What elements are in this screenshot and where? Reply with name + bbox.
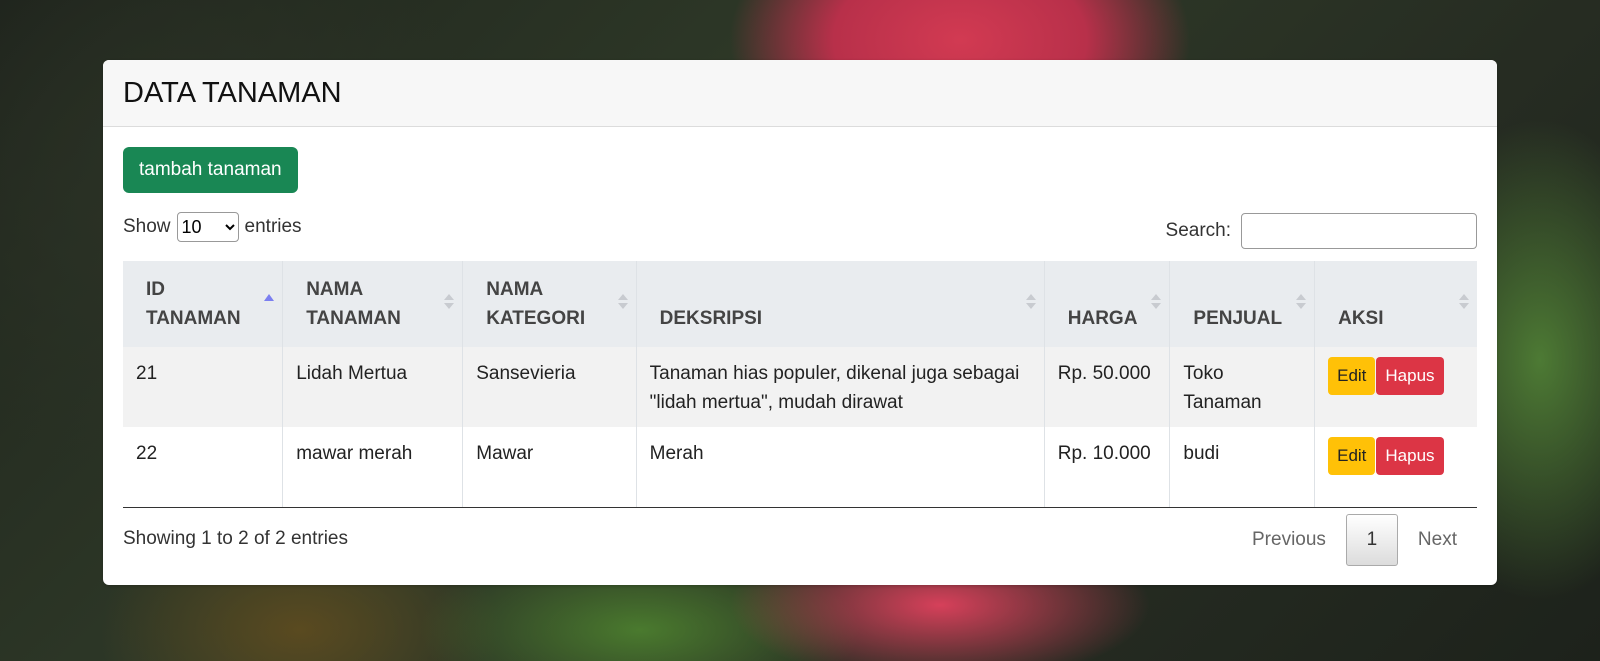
cell-id: 21 [123,347,284,427]
header-label: AKSI [1338,308,1384,329]
card-header: DATA TANAMAN [103,60,1497,127]
header-id[interactable]: ID TANAMAN [123,261,284,347]
delete-button[interactable]: Hapus [1376,357,1444,395]
search-label: Search: [1165,220,1231,241]
header-penjual[interactable]: PENJUAL [1169,261,1316,347]
cell-kategori: Sansevieria [462,347,637,427]
sort-both-icon [1296,294,1307,309]
sort-both-icon [444,294,455,309]
entries-length-control: Show 10 entries [123,212,302,242]
data-card: DATA TANAMAN tambah tanaman Show 10 entr… [103,60,1497,585]
sort-both-icon [617,294,628,309]
header-label: DEKSRIPSI [659,308,763,329]
cell-penjual: budi [1169,427,1316,508]
table-info: Showing 1 to 2 of 2 entries [123,528,348,549]
search-control: Search: [1166,213,1477,249]
plants-table: ID TANAMAN NAMA TANAMAN NAMA KATEGORI DE… [123,261,1477,508]
length-prefix: Show [123,216,171,237]
table-row: 21 Lidah Mertua Sansevieria Tanaman hias… [123,347,1477,427]
previous-page-button[interactable]: Previous [1232,529,1346,551]
cell-aksi: Edit Hapus [1314,347,1477,427]
header-deskripsi[interactable]: DEKSRIPSI [636,261,1045,347]
edit-button[interactable]: Edit [1328,357,1376,395]
page-1-button[interactable]: 1 [1345,514,1398,566]
header-aksi[interactable]: AKSI [1314,261,1477,347]
cell-harga: Rp. 10.000 [1044,427,1171,508]
cell-harga: Rp. 50.000 [1044,347,1171,427]
cell-kategori: Mawar [462,427,637,508]
cell-aksi: Edit Hapus [1314,427,1477,508]
cell-deskripsi: Merah [636,427,1045,508]
cell-nama: mawar merah [282,427,464,508]
sort-both-icon [1459,294,1469,309]
page-title: DATA TANAMAN [123,76,342,109]
delete-button[interactable]: Hapus [1376,437,1444,475]
edit-button[interactable]: Edit [1328,437,1376,475]
cell-id: 22 [123,427,284,508]
cell-penjual: Toko Tanaman [1169,347,1316,427]
header-kategori[interactable]: NAMA KATEGORI [462,261,637,347]
header-label: PENJUAL [1193,308,1283,329]
sort-asc-icon [264,294,275,301]
entries-select[interactable]: 10 [176,212,239,242]
header-label: NAMA KATEGORI [486,279,586,329]
header-label: HARGA [1067,308,1138,329]
table-header-row: ID TANAMAN NAMA TANAMAN NAMA KATEGORI DE… [123,261,1477,347]
header-label: ID TANAMAN [146,279,241,329]
sort-both-icon [1025,294,1036,309]
table-row: 22 mawar merah Mawar Merah Rp. 10.000 bu… [123,427,1477,508]
sort-both-icon [1151,294,1162,309]
next-page-button[interactable]: Next [1398,529,1477,551]
pagination: Previous 1 Next [1232,514,1477,566]
cell-deskripsi: Tanaman hias populer, dikenal juga sebag… [636,347,1045,427]
add-plant-button[interactable]: tambah tanaman [123,147,298,193]
cell-nama: Lidah Mertua [282,347,464,427]
header-nama[interactable]: NAMA TANAMAN [282,261,464,347]
header-harga[interactable]: HARGA [1044,261,1171,347]
length-suffix: entries [244,216,302,237]
header-label: NAMA TANAMAN [306,279,401,329]
search-input[interactable] [1241,213,1477,249]
